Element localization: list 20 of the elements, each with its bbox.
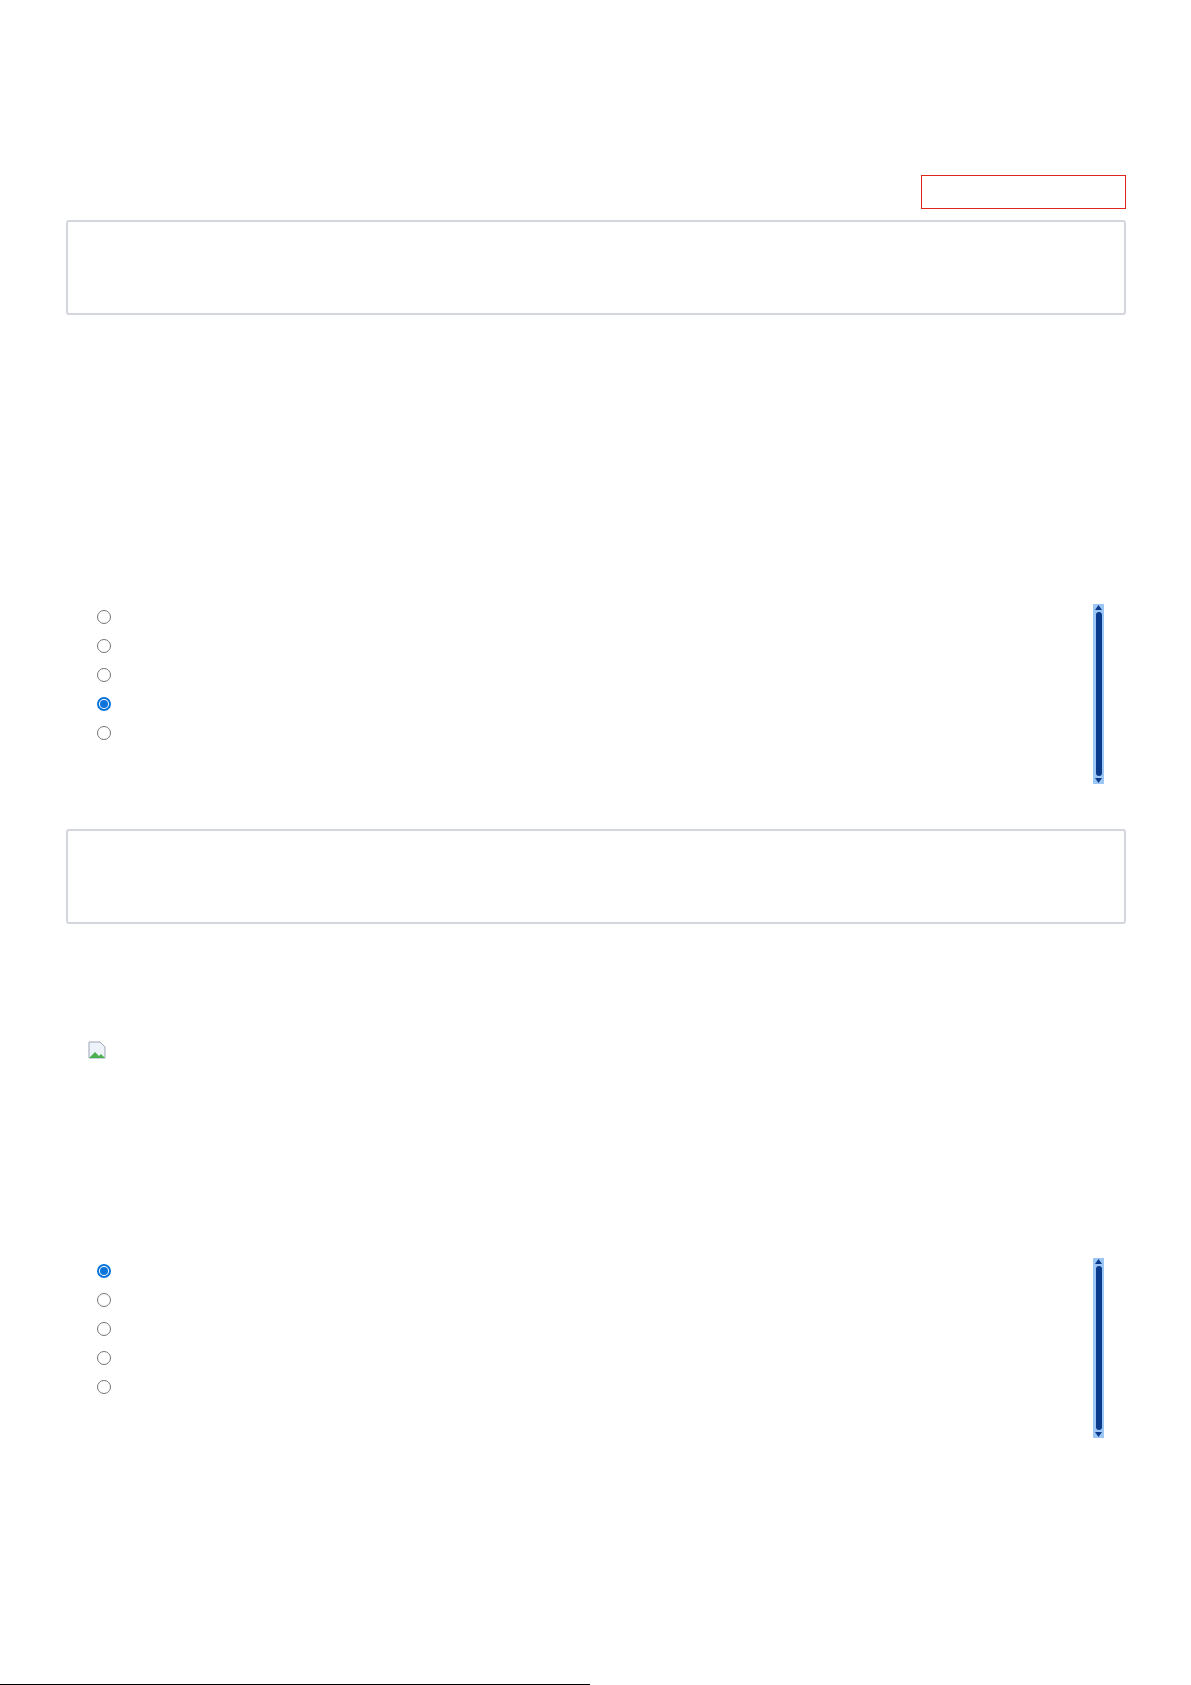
radio-button[interactable] (97, 639, 111, 653)
scrollbar-thumb[interactable] (1095, 1266, 1102, 1430)
radio-button[interactable] (97, 1322, 111, 1336)
scrollbar[interactable] (1093, 1258, 1104, 1438)
radio-button[interactable] (97, 610, 111, 624)
radio-button[interactable] (97, 1293, 111, 1307)
scrollbar-thumb[interactable] (1095, 612, 1102, 776)
scroll-up-arrow-icon[interactable] (1095, 605, 1102, 610)
radio-button[interactable] (97, 697, 111, 711)
broken-image-icon (88, 1041, 106, 1059)
radio-button[interactable] (97, 668, 111, 682)
scroll-up-arrow-icon[interactable] (1095, 1259, 1102, 1264)
answer-field[interactable] (921, 175, 1126, 209)
scrollbar[interactable] (1093, 604, 1104, 784)
radio-button[interactable] (97, 1264, 111, 1278)
radio-button[interactable] (97, 726, 111, 740)
radio-button[interactable] (97, 1380, 111, 1394)
radio-button[interactable] (97, 1351, 111, 1365)
scroll-down-arrow-icon[interactable] (1095, 1432, 1102, 1437)
scroll-down-arrow-icon[interactable] (1095, 778, 1102, 783)
